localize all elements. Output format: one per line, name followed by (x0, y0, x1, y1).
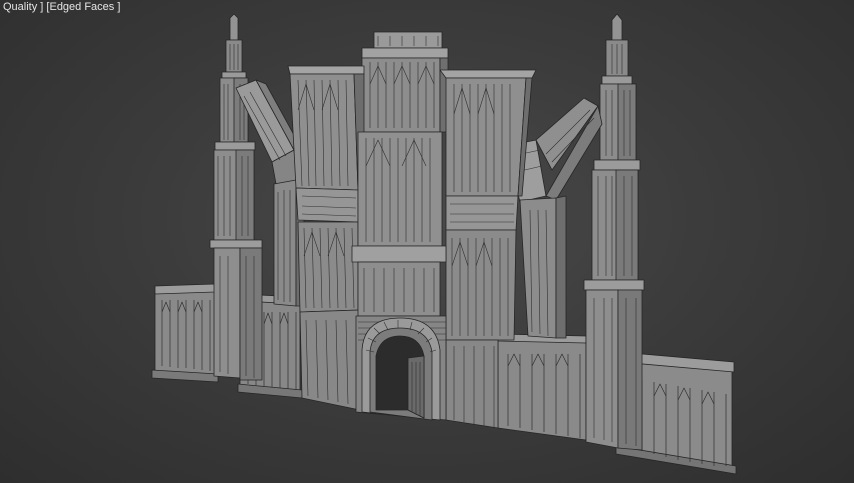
central-tower[interactable] (361, 31, 449, 133)
arched-doorway[interactable] (361, 317, 441, 421)
cathedral-model[interactable] (0, 0, 854, 483)
right-spire[interactable] (583, 13, 645, 451)
viewport-perspective[interactable]: Quality ] [Edged Faces ] (0, 0, 854, 483)
